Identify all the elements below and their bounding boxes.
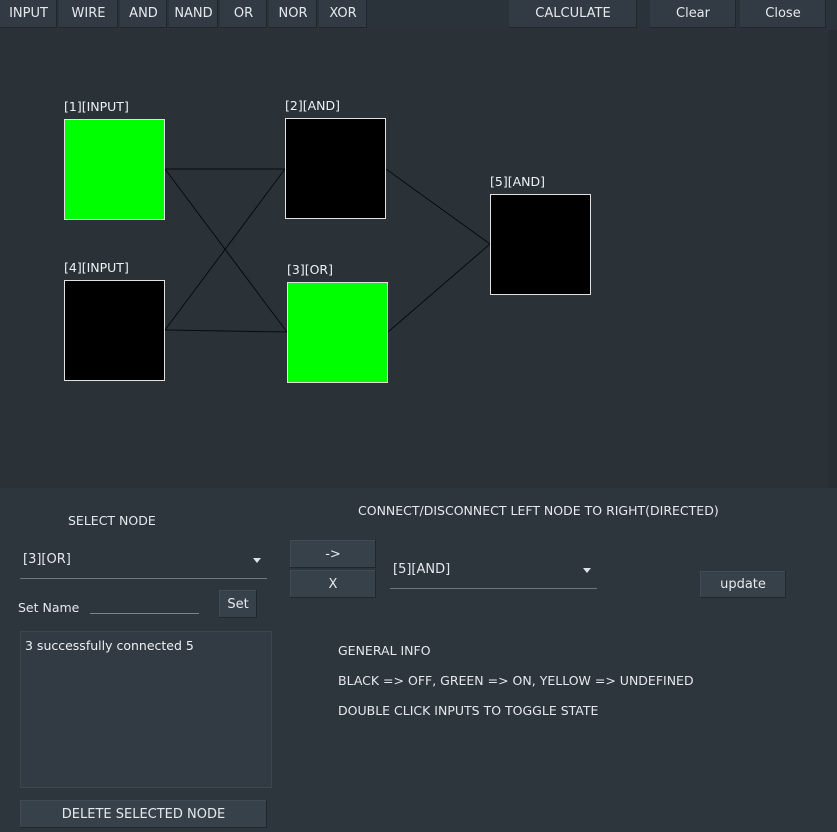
node-4-input[interactable] xyxy=(64,280,165,381)
chevron-down-icon xyxy=(583,568,591,573)
toolbar: INPUT WIRE AND NAND OR NOR XOR CALCULATE… xyxy=(0,0,837,49)
node-3-or[interactable] xyxy=(287,282,388,383)
add-and-button[interactable]: AND xyxy=(120,0,167,28)
delete-node-button[interactable]: DELETE SELECTED NODE xyxy=(20,800,267,828)
toggle-hint-text: DOUBLE CLICK INPUTS TO TOGGLE STATE xyxy=(338,703,599,718)
add-nand-button[interactable]: NAND xyxy=(169,0,218,28)
connect-heading: CONNECT/DISCONNECT LEFT NODE TO RIGHT(DI… xyxy=(358,503,719,518)
node-2-and[interactable] xyxy=(285,118,386,219)
add-or-button[interactable]: OR xyxy=(220,0,267,28)
node-label: [5][AND] xyxy=(490,174,545,189)
general-info-heading: GENERAL INFO xyxy=(338,643,431,658)
node-label: [4][INPUT] xyxy=(64,260,129,275)
add-nor-button[interactable]: NOR xyxy=(269,0,317,28)
chevron-down-icon xyxy=(253,558,261,563)
node-label: [3][OR] xyxy=(287,262,333,277)
close-button[interactable]: Close xyxy=(740,0,826,28)
node-1-input[interactable] xyxy=(64,119,165,220)
disconnect-button[interactable]: X xyxy=(290,570,376,598)
set-name-label: Set Name xyxy=(18,600,80,615)
add-input-button[interactable]: INPUT xyxy=(0,0,57,28)
selected-node-value: [3][OR] xyxy=(23,552,71,567)
node-label: [2][AND] xyxy=(285,98,340,113)
set-name-button[interactable]: Set xyxy=(219,590,257,618)
target-node-value: [5][AND] xyxy=(393,562,451,577)
connect-button[interactable]: -> xyxy=(290,540,376,568)
add-xor-button[interactable]: XOR xyxy=(319,0,367,28)
add-wire-button[interactable]: WIRE xyxy=(59,0,118,28)
node-label: [1][INPUT] xyxy=(64,99,129,114)
update-button[interactable]: update xyxy=(700,571,786,598)
clear-button[interactable]: Clear xyxy=(650,0,736,28)
select-node-dropdown[interactable]: [3][OR] xyxy=(20,545,267,579)
target-node-dropdown[interactable]: [5][AND] xyxy=(390,555,597,589)
calculate-circuit-button[interactable]: CALCULATE CIRCUIT xyxy=(509,0,637,49)
canvas-scrollbar[interactable] xyxy=(829,30,837,488)
select-node-heading: SELECT NODE xyxy=(68,513,156,528)
color-legend-text: BLACK => OFF, GREEN => ON, YELLOW => UND… xyxy=(338,673,694,688)
set-name-input[interactable] xyxy=(90,597,199,614)
log-text: 3 successfully connected 5 xyxy=(25,638,194,653)
node-5-and[interactable] xyxy=(490,194,591,295)
log-textarea[interactable]: 3 successfully connected 5 xyxy=(20,631,272,788)
